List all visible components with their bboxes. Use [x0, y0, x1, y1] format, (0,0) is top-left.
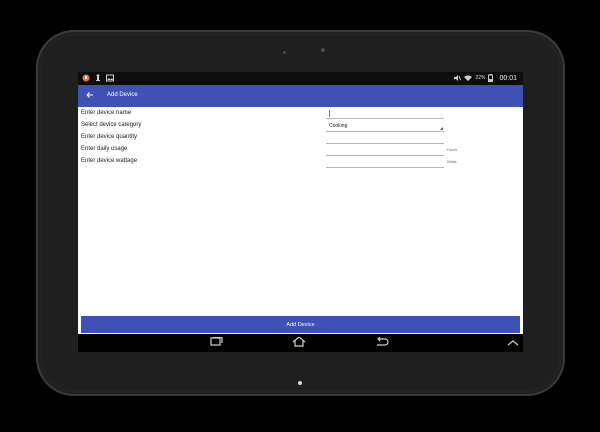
battery-percent: 22%: [475, 75, 486, 81]
dropdown-arrow-icon: [440, 127, 443, 130]
text-cursor: [329, 110, 330, 117]
recent-apps-icon: [209, 334, 223, 352]
chevron-up-icon: [507, 334, 519, 352]
add-device-button[interactable]: Add Device: [81, 316, 520, 333]
back-nav-button[interactable]: [375, 334, 389, 352]
usb-icon: [94, 74, 102, 82]
device-quantity-label: Enter device quantity: [81, 134, 138, 140]
device-category-select[interactable]: Cooking: [326, 121, 444, 132]
daily-usage-input[interactable]: [326, 146, 448, 155]
status-bar: 22% 00:01: [78, 72, 523, 85]
device-name-label: Enter device name: [81, 110, 132, 116]
device-wattage-field[interactable]: [326, 158, 448, 168]
navigation-bar: [78, 334, 523, 352]
image-icon: [106, 74, 114, 82]
page-title: Add Device: [107, 92, 138, 98]
daily-usage-field[interactable]: [326, 146, 448, 156]
device-category-label: Select device category: [81, 122, 142, 128]
device-category-value: Cooking: [329, 123, 348, 129]
device-wattage-label: Enter device wattage: [81, 158, 138, 164]
add-device-label: Add Device: [286, 321, 315, 328]
device-quantity-input[interactable]: [326, 134, 448, 143]
device-wattage-input[interactable]: [326, 158, 448, 167]
back-nav-icon: [375, 334, 389, 352]
daily-usage-unit: Hours: [447, 148, 458, 152]
recent-apps-button[interactable]: [209, 334, 223, 352]
device-quantity-field[interactable]: [326, 134, 448, 144]
clock: 00:01: [499, 74, 517, 82]
home-button[interactable]: [292, 334, 306, 352]
wifi-icon: [464, 74, 473, 82]
home-icon: [292, 334, 306, 352]
screen: 22% 00:01 Add Device Enter device name S…: [78, 72, 523, 352]
front-camera: [321, 48, 325, 52]
device-name-field[interactable]: [326, 109, 448, 119]
status-left-icons: [82, 74, 114, 82]
hardware-home-dot: [298, 381, 302, 385]
device-wattage-unit: Watts: [447, 160, 457, 164]
battery-icon: [488, 74, 496, 82]
collapse-button[interactable]: [506, 337, 520, 349]
app-bar: Add Device: [78, 85, 523, 107]
back-button[interactable]: [82, 87, 98, 105]
back-arrow-icon: [86, 91, 94, 101]
light-sensor: [283, 51, 286, 54]
device-name-input[interactable]: [326, 109, 448, 118]
status-right-icons: 22% 00:01: [453, 74, 517, 82]
daily-usage-label: Enter daily usage: [81, 146, 128, 152]
mute-icon: [453, 74, 462, 82]
notification-icon: [82, 74, 90, 82]
